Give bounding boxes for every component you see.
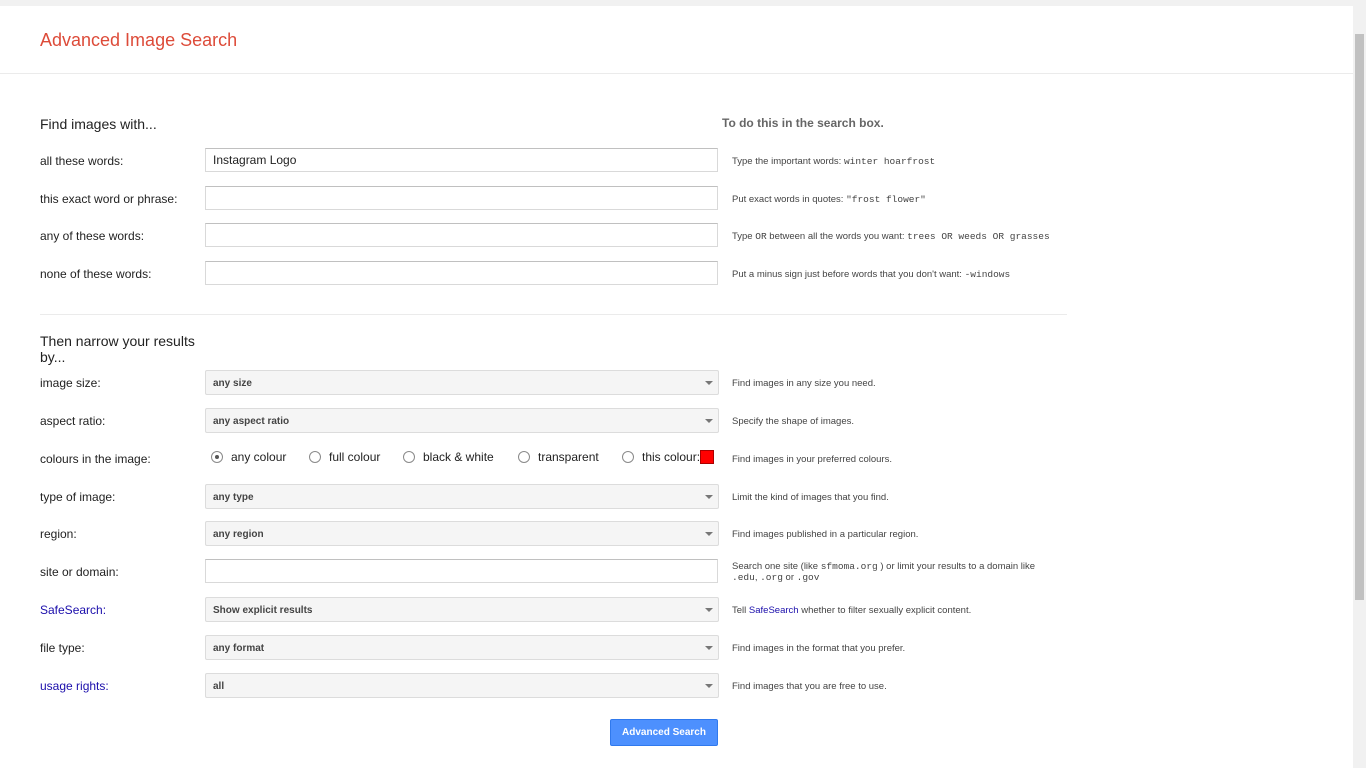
all-words-input[interactable] bbox=[205, 148, 718, 172]
region-value: any region bbox=[213, 529, 264, 540]
site-domain-hint-line1: Search one site (like sfmoma.org ) or li… bbox=[732, 561, 1062, 572]
advanced-search-button[interactable]: Advanced Search bbox=[610, 719, 718, 746]
none-words-hint: Put a minus sign just before words that … bbox=[732, 269, 1062, 280]
all-words-hint-example: winter hoarfrost bbox=[843, 156, 936, 167]
any-words-hint: Type OR between all the words you want: … bbox=[732, 231, 1062, 242]
chevron-down-icon bbox=[705, 495, 713, 499]
radio-checked-icon[interactable] bbox=[211, 451, 223, 463]
site-hint-example1: sfmoma.org bbox=[820, 561, 878, 572]
radio-icon[interactable] bbox=[622, 451, 634, 463]
all-words-hint-text: Type the important words: bbox=[732, 156, 844, 167]
site-hint-part1: Search one site (like bbox=[732, 561, 821, 572]
chevron-down-icon bbox=[705, 684, 713, 688]
colours-hint: Find images in your preferred colours. bbox=[732, 454, 892, 465]
radio-icon[interactable] bbox=[309, 451, 321, 463]
chevron-down-icon bbox=[705, 532, 713, 536]
advanced-image-search-page: Advanced Image Search Find images with..… bbox=[0, 0, 1366, 768]
safesearch-value: Show explicit results bbox=[213, 605, 313, 616]
radio-icon[interactable] bbox=[403, 451, 415, 463]
colour-option-transparent-label: transparent bbox=[538, 450, 599, 464]
narrow-heading-line2: by... bbox=[40, 349, 66, 365]
colour-option-this-colour-label: this colour: bbox=[642, 450, 701, 464]
chevron-down-icon bbox=[705, 381, 713, 385]
safesearch-select[interactable]: Show explicit results bbox=[205, 597, 719, 622]
site-hint-part2: ) or limit your results to a domain like bbox=[877, 561, 1036, 572]
safesearch-hint-link[interactable]: SafeSearch bbox=[749, 605, 799, 616]
safesearch-link[interactable]: SafeSearch: bbox=[40, 603, 106, 617]
aspect-ratio-hint: Specify the shape of images. bbox=[732, 416, 854, 427]
any-words-hint-or: OR bbox=[755, 231, 767, 242]
file-type-value: any format bbox=[213, 643, 265, 654]
find-images-heading: Find images with... bbox=[40, 116, 157, 132]
type-of-image-value: any type bbox=[213, 492, 254, 503]
none-words-label: none of these words: bbox=[40, 267, 152, 281]
file-type-select[interactable]: any format bbox=[205, 635, 719, 660]
hint-heading: To do this in the search box. bbox=[722, 116, 884, 130]
any-words-hint-part1: Type bbox=[732, 231, 756, 242]
none-words-input[interactable] bbox=[205, 261, 718, 285]
none-words-hint-text: Put a minus sign just before words that … bbox=[732, 269, 965, 280]
site-domain-input[interactable] bbox=[205, 559, 718, 583]
exact-phrase-input[interactable] bbox=[205, 186, 718, 210]
type-of-image-hint: Limit the kind of images that you find. bbox=[732, 492, 889, 503]
site-domain-label: site or domain: bbox=[40, 565, 119, 579]
region-label: region: bbox=[40, 527, 77, 541]
site-hint-example4: .gov bbox=[796, 572, 820, 583]
narrow-heading-line1: Then narrow your results bbox=[40, 333, 195, 349]
aspect-ratio-label: aspect ratio: bbox=[40, 414, 106, 428]
exact-phrase-label: this exact word or phrase: bbox=[40, 192, 178, 206]
chevron-down-icon bbox=[705, 646, 713, 650]
colour-swatch[interactable] bbox=[700, 450, 714, 464]
exact-phrase-hint: Put exact words in quotes: "frost flower… bbox=[732, 194, 1062, 205]
any-words-input[interactable] bbox=[205, 223, 718, 247]
site-domain-hint: Search one site (like sfmoma.org ) or li… bbox=[732, 561, 1062, 583]
any-words-hint-part2: between all the words you want: bbox=[766, 231, 908, 242]
chevron-down-icon bbox=[705, 419, 713, 423]
site-hint-example3: .org bbox=[760, 572, 783, 583]
vertical-scrollbar[interactable] bbox=[1353, 0, 1366, 768]
safesearch-hint: Tell SafeSearch whether to filter sexual… bbox=[732, 605, 1062, 616]
aspect-ratio-select[interactable]: any aspect ratio bbox=[205, 408, 719, 433]
colour-option-any-label: any colour bbox=[231, 450, 287, 464]
usage-rights-select[interactable]: all bbox=[205, 673, 719, 698]
exact-phrase-hint-text: Put exact words in quotes: bbox=[732, 194, 847, 205]
image-size-value: any size bbox=[213, 378, 252, 389]
colour-option-full-label: full colour bbox=[329, 450, 381, 464]
any-words-label: any of these words: bbox=[40, 229, 145, 243]
section-divider bbox=[40, 314, 1067, 315]
radio-icon[interactable] bbox=[518, 451, 530, 463]
none-words-hint-example: -windows bbox=[964, 269, 1011, 280]
image-size-label: image size: bbox=[40, 376, 101, 390]
page-title: Advanced Image Search bbox=[40, 30, 238, 50]
site-hint-sep2: or bbox=[782, 572, 797, 583]
exact-phrase-hint-example: "frost flower" bbox=[846, 194, 926, 205]
site-domain-hint-line2: .edu, .org or .gov bbox=[732, 572, 1062, 583]
region-hint: Find images published in a particular re… bbox=[732, 529, 919, 540]
image-size-select[interactable]: any size bbox=[205, 370, 719, 395]
region-select[interactable]: any region bbox=[205, 521, 719, 546]
all-words-hint: Type the important words: winter hoarfro… bbox=[732, 156, 1062, 167]
narrow-results-heading: Then narrow your results by... bbox=[40, 333, 195, 365]
site-hint-example2: .edu bbox=[732, 572, 755, 583]
colours-label: colours in the image: bbox=[40, 452, 151, 466]
any-words-hint-example: trees OR weeds OR grasses bbox=[907, 231, 1050, 242]
file-type-hint: Find images in the format that you prefe… bbox=[732, 643, 906, 654]
image-size-hint: Find images in any size you need. bbox=[732, 378, 876, 389]
type-of-image-label: type of image: bbox=[40, 490, 116, 504]
safesearch-hint-part2: whether to filter sexually explicit cont… bbox=[798, 605, 972, 616]
type-of-image-select[interactable]: any type bbox=[205, 484, 719, 509]
usage-rights-link[interactable]: usage rights: bbox=[40, 679, 109, 693]
chevron-down-icon bbox=[705, 608, 713, 612]
colour-option-black-white-label: black & white bbox=[423, 450, 494, 464]
all-words-label: all these words: bbox=[40, 154, 124, 168]
usage-rights-hint: Find images that you are free to use. bbox=[732, 681, 887, 692]
scrollbar-thumb[interactable] bbox=[1355, 34, 1364, 600]
page-header: Advanced Image Search bbox=[0, 6, 1353, 74]
aspect-ratio-value: any aspect ratio bbox=[213, 416, 290, 427]
file-type-label: file type: bbox=[40, 641, 85, 655]
safesearch-hint-part1: Tell bbox=[732, 605, 749, 616]
usage-rights-value: all bbox=[213, 681, 225, 692]
